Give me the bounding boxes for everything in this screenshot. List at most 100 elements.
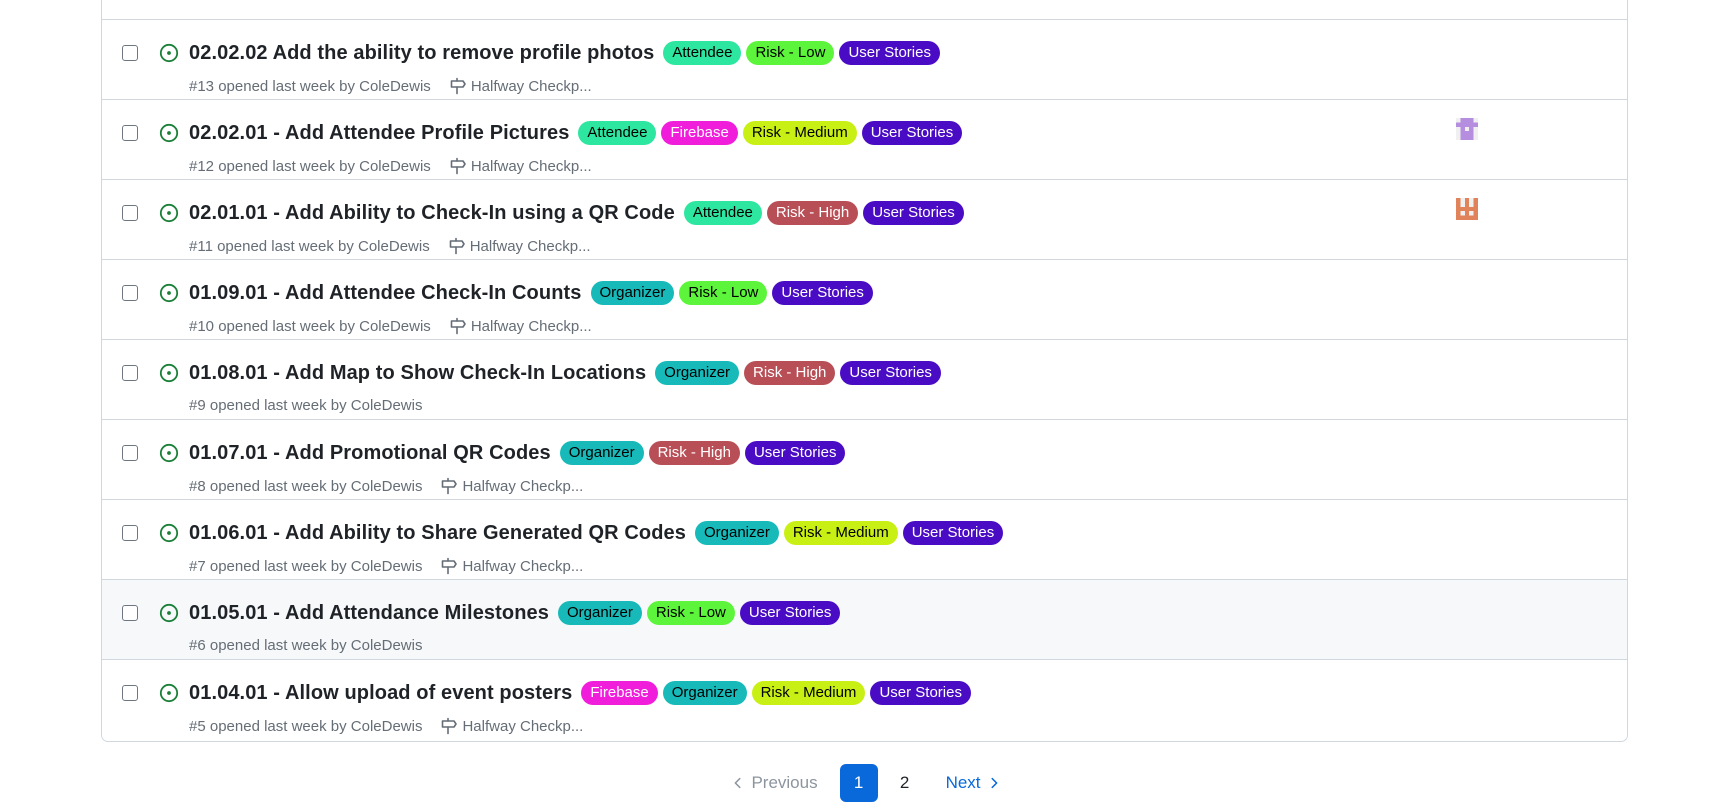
issue-label[interactable]: User Stories xyxy=(870,681,971,705)
issue-checkbox[interactable] xyxy=(122,45,138,61)
issue-label[interactable]: Risk - High xyxy=(648,441,740,465)
milestone-link[interactable]: Halfway Checkp... xyxy=(440,717,583,735)
issue-row[interactable]: 01.07.01 - Add Promotional QR Codes Organ… xyxy=(102,419,1627,499)
issue-title-link[interactable]: 01.06.01 - Add Ability to Share Generate… xyxy=(189,522,686,545)
issue-row[interactable]: 01.08.01 - Add Map to Show Check-In Loca… xyxy=(102,339,1627,419)
issue-row[interactable]: 01.09.01 - Add Attendee Check-In Counts O… xyxy=(102,259,1627,339)
issue-opened-text: #8 opened last week by ColeDewis xyxy=(189,477,423,495)
issue-meta: #11 opened last week by ColeDewis Halfway… xyxy=(189,237,591,255)
milestone-link[interactable]: Halfway Checkp... xyxy=(448,237,591,255)
issue-checkbox[interactable] xyxy=(122,125,138,141)
issue-label[interactable]: Risk - Low xyxy=(646,601,735,625)
issue-title-link[interactable]: 02.02.02 Add the ability to remove profi… xyxy=(189,42,654,65)
issue-title-link[interactable]: 01.05.01 - Add Attendance Milestones xyxy=(189,602,549,625)
milestone-icon xyxy=(449,157,471,175)
milestone-link[interactable]: Halfway Checkp... xyxy=(449,157,592,175)
issue-label[interactable]: User Stories xyxy=(739,601,841,625)
milestone-label: Halfway Checkp... xyxy=(462,477,584,495)
next-page-button[interactable]: Next xyxy=(936,764,1011,802)
issue-open-icon xyxy=(159,43,179,63)
milestone-icon xyxy=(449,77,471,95)
issue-label[interactable]: Firebase xyxy=(581,681,658,705)
issue-label[interactable]: Organizer xyxy=(662,681,747,705)
previous-page-button[interactable]: Previous xyxy=(721,764,827,802)
issue-label[interactable]: User Stories xyxy=(772,281,873,305)
issue-open-icon xyxy=(159,203,179,223)
issue-open-icon xyxy=(159,123,179,143)
issue-label[interactable]: Organizer xyxy=(558,601,642,625)
issue-meta: #8 opened last week by ColeDewis Halfway … xyxy=(189,477,583,495)
issue-label[interactable]: Risk - Low xyxy=(679,281,768,305)
milestone-link[interactable]: Halfway Checkp... xyxy=(440,557,583,575)
issue-title-line: 01.09.01 - Add Attendee Check-In Counts O… xyxy=(189,281,873,305)
issue-checkbox[interactable] xyxy=(122,445,138,461)
issue-label[interactable]: Organizer xyxy=(655,361,740,385)
issue-meta: #6 opened last week by ColeDewis xyxy=(189,637,422,654)
issue-label[interactable]: Risk - High xyxy=(744,361,836,385)
issue-row[interactable]: 01.05.01 - Add Attendance Milestones Orga… xyxy=(102,579,1627,659)
issue-checkbox[interactable] xyxy=(122,525,138,541)
issue-open-icon xyxy=(159,683,179,703)
issue-label[interactable]: User Stories xyxy=(744,441,846,465)
issue-label[interactable]: Organizer xyxy=(559,441,644,465)
issue-label[interactable]: User Stories xyxy=(861,121,963,145)
issue-opened-text: #13 opened last week by ColeDewis xyxy=(189,77,431,95)
issue-row[interactable]: 01.04.01 - Allow upload of event posters… xyxy=(102,659,1627,739)
issue-label[interactable]: Risk - Medium xyxy=(783,521,898,545)
issue-meta: #12 opened last week by ColeDewis Halfway… xyxy=(189,157,592,175)
issue-title-line: 01.06.01 - Add Ability to Share Generate… xyxy=(189,521,1004,545)
issue-row[interactable]: 02.01.01 - Add Ability to Check-In using… xyxy=(102,179,1627,259)
issue-title-link[interactable]: 01.04.01 - Allow upload of event posters xyxy=(189,682,572,705)
issue-label[interactable]: User Stories xyxy=(863,201,964,225)
assignee-avatar[interactable] xyxy=(1456,118,1478,140)
issue-row[interactable]: 01.06.01 - Add Ability to Share Generate… xyxy=(102,499,1627,579)
milestone-label: Halfway Checkp... xyxy=(469,237,591,255)
issue-label[interactable]: Risk - Medium xyxy=(742,121,857,145)
issue-label[interactable]: Firebase xyxy=(661,121,738,145)
issue-meta: #5 opened last week by ColeDewis Halfway … xyxy=(189,717,583,735)
issue-row[interactable]: 02.02.02 Add the ability to remove profi… xyxy=(102,19,1627,99)
milestone-label: Halfway Checkp... xyxy=(470,157,592,175)
milestone-link[interactable]: Halfway Checkp... xyxy=(449,317,592,335)
issue-label[interactable]: Organizer xyxy=(694,521,779,545)
issue-label[interactable]: User Stories xyxy=(840,361,941,385)
issue-checkbox[interactable] xyxy=(122,365,138,381)
issue-title-link[interactable]: 01.08.01 - Add Map to Show Check-In Loca… xyxy=(189,362,646,385)
issue-label[interactable]: Risk - Medium xyxy=(751,681,866,705)
milestone-icon xyxy=(440,557,462,575)
milestone-link[interactable]: Halfway Checkp... xyxy=(440,477,583,495)
assignee-avatar[interactable] xyxy=(1456,198,1478,220)
issue-label[interactable]: Attendee xyxy=(683,201,762,225)
issue-label[interactable]: Risk - Low xyxy=(746,41,835,65)
issue-meta: #13 opened last week by ColeDewis Halfway… xyxy=(189,77,592,95)
issue-label[interactable]: Risk - High xyxy=(766,201,859,225)
issue-checkbox[interactable] xyxy=(122,685,138,701)
issue-title-line: 01.05.01 - Add Attendance Milestones Orga… xyxy=(189,601,841,625)
issue-title-link[interactable]: 02.02.01 - Add Attendee Profile Pictures xyxy=(189,122,569,145)
issue-title-link[interactable]: 01.07.01 - Add Promotional QR Codes xyxy=(189,442,551,465)
issue-opened-text: #9 opened last week by ColeDewis xyxy=(189,397,423,414)
page-1-button[interactable]: 1 xyxy=(839,764,878,802)
page-2-button[interactable]: 2 xyxy=(886,764,924,802)
issue-label[interactable]: Attendee xyxy=(578,121,657,145)
issue-label[interactable]: User Stories xyxy=(902,521,1004,545)
issue-row[interactable]: 02.02.01 - Add Attendee Profile Pictures… xyxy=(102,99,1627,179)
issue-row[interactable]: #14 opened last week by ColeDewisHalfway… xyxy=(102,0,1627,19)
issue-open-icon xyxy=(159,443,179,463)
issue-title-link[interactable]: 01.09.01 - Add Attendee Check-In Counts xyxy=(189,282,582,305)
issue-title-line: 02.02.01 - Add Attendee Profile Pictures… xyxy=(189,121,963,145)
issue-open-icon xyxy=(159,363,179,383)
issue-checkbox[interactable] xyxy=(122,285,138,301)
issue-label[interactable]: Attendee xyxy=(663,41,742,65)
issue-label[interactable]: Organizer xyxy=(590,281,675,305)
previous-page-label: Previous xyxy=(751,773,818,792)
issue-opened-text: #10 opened last week by ColeDewis xyxy=(189,317,431,335)
milestone-link[interactable]: Halfway Checkp... xyxy=(449,77,592,95)
pagination: Previous 1 2 Next xyxy=(0,764,1732,802)
issue-checkbox[interactable] xyxy=(122,205,138,221)
issue-meta: #10 opened last week by ColeDewis Halfway… xyxy=(189,317,592,335)
issue-label[interactable]: User Stories xyxy=(839,41,940,65)
issue-title-link[interactable]: 02.01.01 - Add Ability to Check-In using… xyxy=(189,202,675,225)
milestone-label: Halfway Checkp... xyxy=(470,77,592,95)
issue-checkbox[interactable] xyxy=(122,605,138,621)
